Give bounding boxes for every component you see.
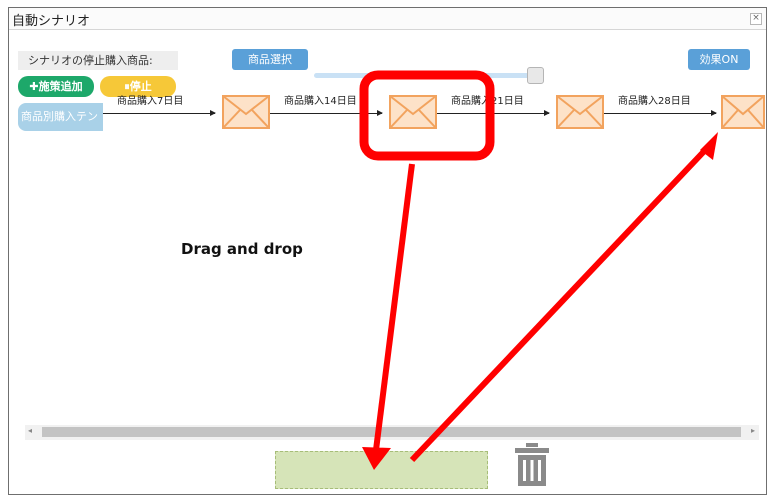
flow-start-node[interactable]: 商品別購入テン [18, 103, 103, 131]
flow-connector [604, 113, 716, 114]
arrow-head-icon [210, 110, 216, 116]
scroll-right-icon[interactable]: ▸ [751, 426, 755, 435]
product-select-button[interactable]: 商品選択 [232, 49, 308, 70]
stop-product-label: シナリオの停止購入商品: [18, 51, 178, 70]
zoom-slider[interactable] [314, 73, 543, 78]
title-bar: 自動シナリオ × [9, 8, 766, 30]
effect-on-button[interactable]: 効果ON [688, 49, 750, 70]
flow-connector [103, 113, 215, 114]
close-button[interactable]: × [750, 13, 762, 25]
step-label: 商品購入28日目 [618, 96, 691, 107]
step-label: 商品購入21日目 [451, 96, 524, 107]
drag-drop-instruction: Drag and drop [181, 240, 303, 258]
flow-connector [437, 113, 549, 114]
scenario-window: 自動シナリオ × シナリオの停止購入商品: 商品選択 効果ON ✚施策追加 ⏸停… [8, 7, 767, 495]
window-title: 自動シナリオ [12, 14, 91, 29]
horizontal-scrollbar[interactable]: ◂ ▸ [25, 425, 759, 440]
drop-zone[interactable] [275, 451, 488, 489]
add-measure-button[interactable]: ✚施策追加 [18, 76, 94, 97]
scroll-left-icon[interactable]: ◂ [28, 426, 32, 435]
scrollbar-thumb[interactable] [42, 427, 741, 437]
envelope-icon[interactable] [556, 95, 604, 129]
envelope-icon[interactable] [222, 95, 270, 129]
step-label: 商品購入7日目 [117, 96, 184, 107]
arrow-head-icon [544, 110, 550, 116]
zoom-slider-thumb[interactable] [527, 67, 544, 84]
stop-button[interactable]: ⏸停止 [100, 76, 176, 97]
envelope-icon[interactable] [389, 95, 437, 129]
arrow-head-icon [711, 110, 717, 116]
trash-icon[interactable] [513, 443, 551, 487]
arrow-head-icon [377, 110, 383, 116]
flow-connector [270, 113, 382, 114]
envelope-icon[interactable] [721, 95, 765, 129]
step-label: 商品購入14日目 [284, 96, 357, 107]
